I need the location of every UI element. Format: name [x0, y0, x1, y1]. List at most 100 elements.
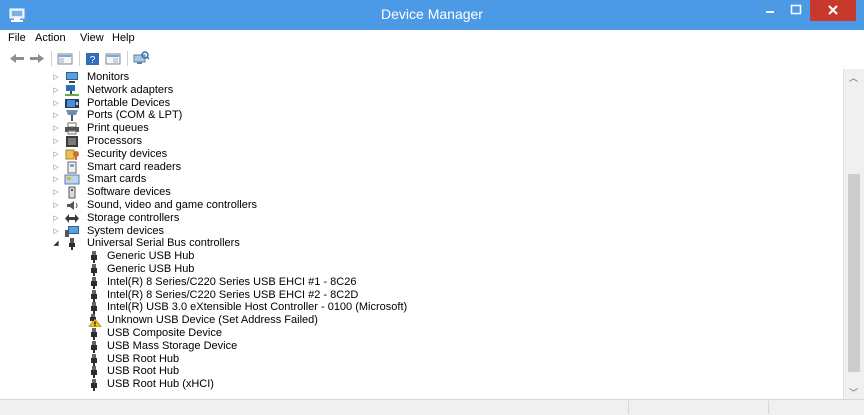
maximize-button[interactable]	[783, 0, 809, 21]
status-bar	[0, 399, 864, 415]
tree-device-row-warning[interactable]: Unknown USB Device (Set Address Failed)	[0, 314, 500, 327]
tree-category-monitors[interactable]: ▷ Monitors	[0, 71, 400, 84]
tree-device-label: Intel(R) USB 3.0 eXtensible Host Control…	[107, 301, 408, 314]
tree-device-row[interactable]: Intel(R) USB 3.0 eXtensible Host Control…	[0, 301, 500, 315]
scrollbar-thumb[interactable]	[848, 174, 860, 372]
tree-device-row[interactable]: USB Root Hub	[0, 353, 500, 366]
tree-device-row[interactable]: Intel(R) 8 Series/C220 Series USB EHCI #…	[0, 289, 500, 302]
tree-device-row[interactable]: USB Root Hub	[0, 365, 500, 379]
menu-file[interactable]: File	[8, 32, 26, 44]
expand-arrow-icon[interactable]: ▷	[52, 111, 60, 120]
toolbar: ?	[0, 48, 864, 70]
tree-category-sound-video-game[interactable]: ▷ Sound, video and game controllers	[0, 199, 400, 212]
network-adapter-icon	[64, 84, 80, 97]
tree-category-smart-cards[interactable]: ▷ Smart cards	[0, 173, 400, 186]
usb-device-icon	[86, 250, 102, 264]
tree-device-label: USB Mass Storage Device	[107, 339, 238, 352]
tree-category-label: Security devices	[87, 147, 168, 160]
tree-device-label: USB Root Hub	[107, 352, 180, 365]
properties-icon[interactable]	[104, 50, 122, 67]
storage-controller-icon	[64, 212, 80, 225]
tree-category-label: Portable Devices	[87, 96, 171, 109]
tree-category-label: Universal Serial Bus controllers	[87, 237, 240, 250]
expand-arrow-icon[interactable]: ▷	[52, 99, 60, 108]
tree-category-portable-devices[interactable]: ▷ Portable Devices	[0, 97, 400, 110]
tree-category-ports[interactable]: ▷ Ports (COM & LPT)	[0, 109, 400, 122]
menu-help[interactable]: Help	[112, 32, 135, 44]
usb-device-icon	[86, 353, 102, 366]
forward-arrow-icon[interactable]	[28, 50, 46, 67]
scan-hardware-icon[interactable]	[132, 50, 150, 67]
expand-arrow-icon[interactable]: ▷	[52, 214, 60, 223]
window-title: Device Manager	[381, 6, 483, 22]
tree-device-row[interactable]: USB Composite Device	[0, 327, 500, 340]
scroll-up-arrow-icon[interactable]: ︿	[849, 71, 858, 84]
tree-category-security-devices[interactable]: ▷ Security devices	[0, 148, 400, 161]
toolbar-separator	[127, 51, 128, 66]
help-icon[interactable]: ?	[84, 50, 102, 67]
usb-device-icon	[86, 327, 102, 340]
tree-category-network-adapters[interactable]: ▷ Network adapters	[0, 84, 400, 97]
tree-category-label: Monitors	[87, 71, 130, 83]
tree-category-label: Smart card readers	[87, 160, 182, 173]
device-tree[interactable]: ▷ Monitors ▷ Network adapters ▷ Portable…	[0, 69, 843, 399]
menu-action[interactable]: Action	[35, 32, 66, 44]
usb-device-icon	[86, 289, 102, 302]
expand-arrow-icon[interactable]: ▷	[52, 175, 60, 184]
port-icon	[64, 109, 80, 122]
usb-device-icon	[86, 263, 102, 276]
expand-arrow-icon[interactable]: ▷	[52, 227, 60, 236]
tree-device-label: Generic USB Hub	[107, 263, 195, 275]
menu-bar: File Action View Help	[0, 30, 864, 48]
portable-device-icon	[64, 97, 80, 110]
tree-category-label: Print queues	[87, 122, 149, 135]
tree-category-label: System devices	[87, 224, 165, 237]
vertical-scrollbar[interactable]: ︿ ﹀	[843, 69, 864, 399]
tree-category-label: Smart cards	[87, 173, 147, 186]
tree-category-processors[interactable]: ▷ Processors	[0, 135, 400, 148]
tree-category-usb-controllers[interactable]: ◢ Universal Serial Bus controllers	[0, 237, 400, 251]
title-bar[interactable]: Device Manager	[0, 0, 864, 30]
tree-device-row[interactable]: Intel(R) 8 Series/C220 Series USB EHCI #…	[0, 276, 500, 289]
expand-arrow-icon[interactable]: ▷	[52, 188, 60, 197]
tree-category-print-queues[interactable]: ▷ Print queues	[0, 122, 400, 135]
menu-view[interactable]: View	[80, 32, 104, 44]
tree-device-row[interactable]: Generic USB Hub	[0, 263, 500, 276]
tree-category-smart-card-readers[interactable]: ▷ Smart card readers	[0, 161, 400, 174]
back-arrow-icon[interactable]	[8, 50, 26, 67]
expand-arrow-icon[interactable]: ▷	[52, 150, 60, 159]
tree-category-storage-controllers[interactable]: ▷ Storage controllers	[0, 212, 400, 225]
smart-card-reader-icon	[64, 161, 80, 174]
collapse-arrow-icon[interactable]: ◢	[52, 239, 60, 248]
scroll-down-arrow-icon[interactable]: ﹀	[849, 386, 858, 399]
tree-device-label: USB Composite Device	[107, 327, 222, 339]
status-pane	[768, 401, 864, 414]
tree-category-label: Storage controllers	[87, 211, 180, 224]
tree-category-software-devices[interactable]: ▷ Software devices	[0, 186, 400, 199]
expand-arrow-icon[interactable]: ▷	[52, 86, 60, 95]
warning-usb-device-icon	[86, 314, 102, 327]
tree-device-row[interactable]: USB Root Hub (xHCI)	[0, 378, 500, 392]
system-device-icon	[64, 225, 80, 238]
minimize-button[interactable]	[757, 0, 783, 21]
usb-device-icon	[86, 340, 102, 353]
show-hide-console-tree-icon[interactable]	[56, 50, 74, 67]
speaker-icon	[64, 199, 80, 212]
close-button[interactable]	[810, 0, 856, 21]
security-device-icon	[64, 148, 80, 161]
smart-card-icon	[64, 173, 80, 186]
toolbar-separator	[51, 51, 52, 66]
device-manager-window: Device Manager File Action View Help ? ▷…	[0, 0, 864, 415]
expand-arrow-icon[interactable]: ▷	[52, 163, 60, 172]
usb-device-icon	[86, 301, 102, 315]
expand-arrow-icon[interactable]: ▷	[52, 137, 60, 146]
expand-arrow-icon[interactable]: ▷	[52, 124, 60, 133]
usb-device-icon	[86, 378, 102, 392]
tree-category-system-devices[interactable]: ▷ System devices	[0, 225, 400, 238]
expand-arrow-icon[interactable]: ▷	[52, 73, 60, 82]
expand-arrow-icon[interactable]: ▷	[52, 201, 60, 210]
tree-device-row[interactable]: Generic USB Hub	[0, 250, 500, 264]
processor-icon	[64, 135, 80, 148]
tree-device-row[interactable]: USB Mass Storage Device	[0, 340, 500, 353]
tree-category-label: Network adapters	[87, 83, 174, 96]
